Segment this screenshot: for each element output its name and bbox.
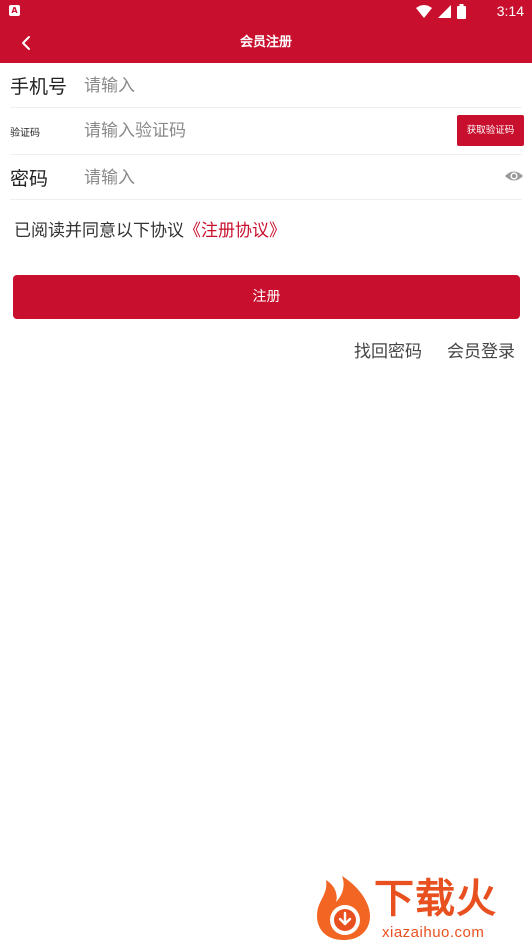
signal-icon <box>438 4 451 18</box>
watermark-url: xiazaihuo.com <box>382 924 485 941</box>
password-row: 密码 <box>10 155 524 200</box>
agreement-link[interactable]: 《注册协议》 <box>184 221 286 241</box>
page-title: 会员注册 <box>239 35 292 50</box>
get-code-button[interactable]: 获取验证码 <box>457 115 524 146</box>
status-bar: A 3:14 <box>0 0 532 22</box>
agreement-label: 已阅读并同意以下协议 <box>14 221 184 241</box>
wifi-icon <box>416 4 432 18</box>
footer-links: 找回密码 会员登录 <box>354 337 515 362</box>
register-button[interactable]: 注册 <box>13 275 520 319</box>
phone-input[interactable] <box>84 71 444 101</box>
member-login-link[interactable]: 会员登录 <box>447 337 515 362</box>
verification-code-input[interactable] <box>84 116 444 146</box>
code-row: 验证码 获取验证码 <box>10 108 524 155</box>
phone-label: 手机号 <box>10 76 68 98</box>
watermark: 下载火 xiazaihuo.com <box>312 874 528 946</box>
code-label: 验证码 <box>10 128 40 139</box>
forgot-password-link[interactable]: 找回密码 <box>354 337 422 362</box>
agreement-text: 已阅读并同意以下协议《注册协议》 <box>14 216 286 241</box>
eye-icon[interactable] <box>504 168 524 184</box>
status-time: 3:14 <box>496 3 524 19</box>
watermark-text: 下载火 <box>374 876 497 922</box>
app-bar: 会员注册 <box>0 22 532 63</box>
flame-logo-icon <box>317 876 370 940</box>
battery-icon <box>457 3 466 19</box>
password-input[interactable] <box>84 163 444 193</box>
phone-row: 手机号 <box>10 63 522 108</box>
notification-badge-icon: A <box>9 5 20 16</box>
password-label: 密码 <box>10 168 49 190</box>
